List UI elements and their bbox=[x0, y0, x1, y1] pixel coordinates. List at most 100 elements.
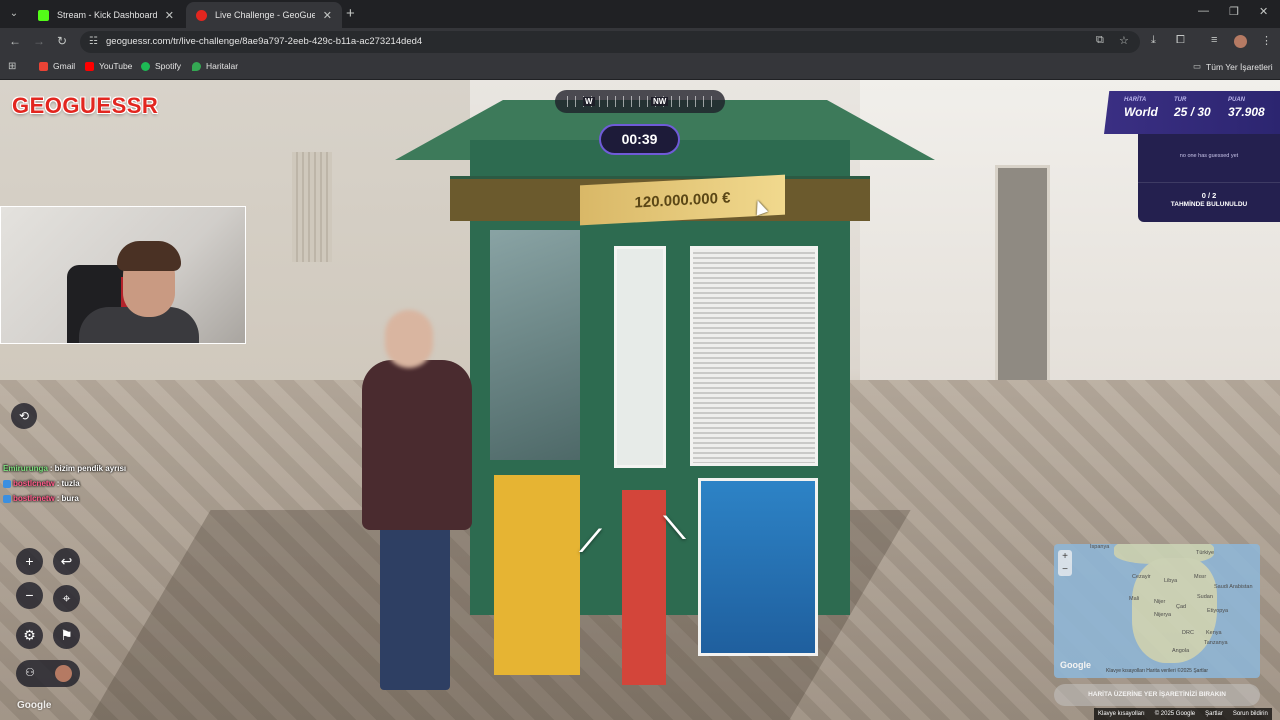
game-stats-bar: HARİTA World TUR 25 / 30 PUAN 37.908 bbox=[1104, 91, 1280, 134]
settings-button[interactable]: ⚙ bbox=[16, 622, 43, 649]
close-tab-icon[interactable]: ✕ bbox=[323, 9, 332, 22]
map-label: Çad bbox=[1176, 604, 1187, 610]
streamer-hair bbox=[117, 241, 181, 271]
map-label: Sudan bbox=[1197, 594, 1213, 600]
geoguessr-favicon-icon bbox=[196, 9, 207, 21]
chat-message: bostlcnetw : tuzla bbox=[3, 476, 126, 491]
keyboard-shortcuts-link[interactable]: Klavye kısayolları bbox=[1098, 708, 1145, 720]
player-toggle[interactable]: ⚇ bbox=[16, 660, 80, 687]
bookmark-haritalar[interactable]: Haritalar bbox=[192, 61, 238, 71]
chat-message: Emirurunga : bizim pendik ayrısı bbox=[3, 461, 126, 476]
restore-icon[interactable]: ❐ bbox=[1229, 5, 1239, 18]
chat-username: bostlcnetw bbox=[13, 494, 55, 503]
bookmark-youtube[interactable]: YouTube bbox=[85, 61, 132, 71]
forward-icon[interactable]: → bbox=[33, 34, 45, 48]
chat-text: bizim pendik ayrısı bbox=[54, 464, 127, 473]
new-tab-button[interactable]: + bbox=[346, 5, 355, 22]
zoom-in-button[interactable]: + bbox=[16, 548, 43, 575]
flag-icon: ⚑ bbox=[60, 627, 73, 643]
minimize-icon[interactable]: — bbox=[1198, 5, 1209, 17]
address-bar[interactable]: ☷ geoguessr.com/tr/live-challenge/8ae9a7… bbox=[80, 31, 1140, 53]
map-label: Libya bbox=[1164, 578, 1178, 584]
return-to-start-button[interactable]: ⌖ bbox=[53, 585, 80, 612]
tab-geoguessr[interactable]: Live Challenge - GeoGuessr ✕ bbox=[186, 2, 342, 28]
google-footer: Klavye kısayolları © 2025 Google Şartlar… bbox=[1094, 708, 1272, 720]
streamer-webcam bbox=[0, 206, 246, 344]
geoguessr-logo: GEOGUESSR bbox=[12, 93, 159, 118]
kiosk-yellow-ad bbox=[494, 475, 580, 675]
camera-toggle-icon: ⟲ bbox=[18, 409, 30, 423]
map-zoom-controls[interactable]: + − bbox=[1058, 550, 1072, 576]
stat-map: HARİTA World bbox=[1124, 97, 1158, 119]
youtube-icon bbox=[85, 61, 94, 71]
no-guess-text: no one has guessed yet bbox=[1179, 153, 1239, 159]
map-label: Saudi Arabistan bbox=[1214, 584, 1253, 590]
site-info-icon[interactable]: ☷ bbox=[89, 31, 98, 53]
tab-bar: ⌄ Stream - Kick Dashboard ✕ Live Challen… bbox=[0, 0, 1280, 28]
reload-icon[interactable]: ↻ bbox=[57, 34, 67, 48]
place-guess-button[interactable]: HARİTA ÜZERİNE YER İŞARETİNİZİ BIRAKIN bbox=[1054, 684, 1260, 706]
profile-avatar[interactable] bbox=[1234, 35, 1247, 48]
camera-toggle-button[interactable]: ⟲ bbox=[11, 403, 37, 429]
extensions-icon[interactable]: ⧠ bbox=[1176, 34, 1185, 47]
stat-round-label: TUR bbox=[1174, 97, 1187, 103]
guess-found-label: TAHMİNDE BULUNULDU bbox=[1170, 201, 1248, 208]
map-label: Türkiye bbox=[1196, 550, 1215, 556]
chat-separator: : bbox=[56, 494, 60, 503]
back-icon[interactable]: ← bbox=[9, 34, 21, 48]
download-icon[interactable]: ⤓ bbox=[1151, 34, 1156, 47]
chat-overlay: Emirurunga : bizim pendik ayrısı bostlcn… bbox=[3, 461, 126, 506]
browser-toolbar: ← → ↻ ☷ geoguessr.com/tr/live-challenge/… bbox=[0, 28, 1280, 56]
compass-dir-northwest: NW bbox=[651, 97, 669, 106]
folder-icon: ▭ bbox=[1193, 61, 1202, 71]
kiosk-poster-panel bbox=[614, 246, 666, 468]
map-label: Etiyopya bbox=[1207, 608, 1229, 614]
move-arrow-left-icon[interactable]: ⟋ bbox=[580, 525, 601, 559]
terms-link[interactable]: Şartlar bbox=[1205, 708, 1223, 720]
zoom-out-button[interactable]: − bbox=[16, 582, 43, 609]
map-attribution: Klavye kısayolları Harita verileri ©2025… bbox=[1106, 668, 1209, 674]
compass: W NW bbox=[555, 90, 725, 113]
stat-map-label: HARİTA bbox=[1124, 97, 1147, 103]
report-problem-link[interactable]: Sorun bildirin bbox=[1233, 708, 1268, 720]
menu-icon[interactable]: ⋮ bbox=[1261, 34, 1272, 47]
install-app-icon[interactable]: ⧉ bbox=[1096, 34, 1104, 47]
undo-button[interactable]: ↩ bbox=[53, 548, 80, 575]
url-text: geoguessr.com/tr/live-challenge/8ae9a797… bbox=[106, 36, 423, 47]
spotify-icon bbox=[141, 61, 150, 71]
move-arrow-right-icon[interactable]: ⟍ bbox=[664, 512, 685, 546]
tab-kick-dashboard[interactable]: Stream - Kick Dashboard ✕ bbox=[28, 2, 184, 28]
kiosk-shutter bbox=[690, 246, 818, 466]
kick-favicon-icon bbox=[38, 9, 49, 21]
tab-title: Stream - Kick Dashboard bbox=[57, 10, 157, 20]
divider bbox=[1138, 182, 1280, 183]
media-control-icon[interactable]: ≡ bbox=[1211, 34, 1217, 46]
guess-minimap[interactable]: + − İspanya Türkiye Cezayir Libya Mısır M… bbox=[1054, 544, 1260, 678]
all-bookmarks-folder[interactable]: ▭ Tüm Yer İşaretleri bbox=[1193, 61, 1273, 72]
close-window-icon[interactable]: ✕ bbox=[1259, 5, 1268, 18]
undo-icon: ↩ bbox=[60, 553, 73, 569]
kiosk-glass-panel bbox=[490, 230, 580, 460]
person-body bbox=[362, 360, 472, 530]
person-head-blurred bbox=[385, 310, 433, 368]
map-label: Nijerya bbox=[1154, 612, 1172, 618]
map-label: Cezayir bbox=[1132, 574, 1151, 580]
player-avatar bbox=[55, 665, 72, 682]
bookmark-star-icon[interactable]: ☆ bbox=[1119, 34, 1129, 47]
bookmark-label: Haritalar bbox=[206, 61, 239, 71]
map-label: Tanzanya bbox=[1204, 640, 1228, 646]
bookmark-label: YouTube bbox=[99, 61, 133, 71]
chat-badge-icon bbox=[3, 494, 11, 503]
map-label: DRC bbox=[1182, 630, 1194, 636]
screen: ⌄ Stream - Kick Dashboard ✕ Live Challen… bbox=[0, 0, 1280, 720]
bookmark-label: Spotify bbox=[155, 61, 181, 71]
report-button[interactable]: ⚑ bbox=[53, 622, 80, 649]
bookmark-spotify[interactable]: Spotify bbox=[141, 61, 181, 71]
close-tab-icon[interactable]: ✕ bbox=[165, 9, 174, 22]
barred-window bbox=[292, 152, 332, 262]
minus-icon: − bbox=[25, 587, 34, 603]
tab-search-button[interactable]: ⌄ bbox=[4, 4, 24, 24]
apps-grid-icon[interactable]: ⊞ bbox=[8, 61, 16, 72]
chat-message: bostlcnetw : bura bbox=[3, 491, 126, 506]
bookmark-gmail[interactable]: Gmail bbox=[39, 61, 75, 71]
